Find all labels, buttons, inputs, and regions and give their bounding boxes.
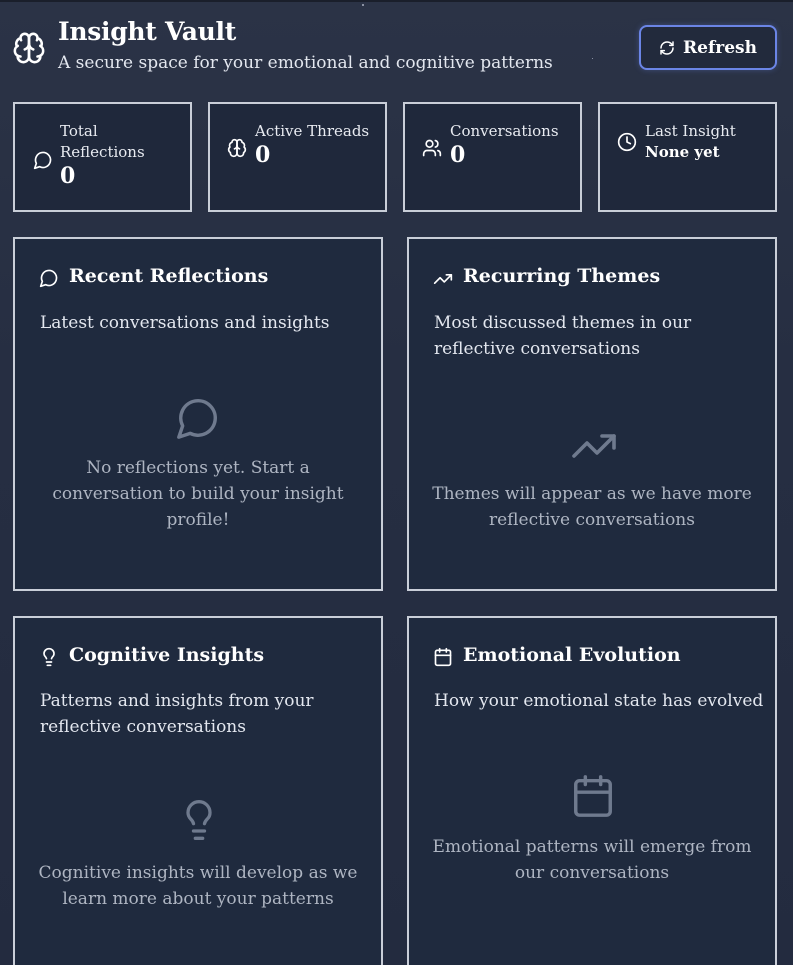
clock-icon bbox=[617, 132, 637, 152]
page-title: Insight Vault bbox=[58, 17, 236, 46]
empty-state-text: Themes will appear as we have more refle… bbox=[432, 484, 752, 530]
brain-icon bbox=[227, 138, 247, 158]
message-circle-icon bbox=[39, 269, 58, 288]
stat-label: Conversations bbox=[450, 122, 559, 140]
message-circle-icon bbox=[33, 151, 52, 170]
panel-recent-reflections: Recent Reflections Latest conversations … bbox=[13, 237, 383, 591]
panel-recurring-themes: Recurring Themes Most discussed themes i… bbox=[407, 237, 777, 591]
empty-state-text: No reflections yet. Start a conversation… bbox=[52, 458, 344, 530]
stat-value: 0 bbox=[255, 142, 271, 168]
stat-value: 0 bbox=[450, 142, 466, 168]
refresh-button-label: Refresh bbox=[683, 37, 757, 58]
stat-label: Total Reflections bbox=[60, 122, 145, 161]
message-circle-icon bbox=[177, 399, 217, 439]
users-icon bbox=[422, 139, 442, 157]
panel-description: Patterns and insights from your reflecti… bbox=[40, 691, 314, 737]
panel-description: Latest conversations and insights bbox=[40, 313, 330, 333]
page-subtitle: A secure space for your emotional and co… bbox=[58, 53, 553, 73]
panel-emotional-evolution: Emotional Evolution How your emotional s… bbox=[407, 616, 777, 965]
calendar-icon bbox=[434, 647, 452, 667]
brain-icon bbox=[13, 32, 45, 64]
empty-state-text: Cognitive insights will develop as we le… bbox=[38, 863, 358, 909]
stat-value: 0 bbox=[60, 163, 76, 189]
stat-card-last-insight: Last Insight None yet bbox=[598, 102, 777, 212]
refresh-button[interactable]: Refresh bbox=[639, 25, 777, 70]
stat-label: Last Insight bbox=[645, 122, 736, 140]
stat-card-total-reflections: Total Reflections 0 bbox=[13, 102, 192, 212]
refresh-icon bbox=[660, 40, 674, 55]
stat-value: None yet bbox=[645, 143, 720, 161]
stat-card-active-threads: Active Threads 0 bbox=[208, 102, 387, 212]
stat-label: Active Threads bbox=[255, 122, 370, 140]
panel-title: Cognitive Insights bbox=[69, 644, 265, 666]
panel-title: Recurring Themes bbox=[463, 265, 661, 287]
panel-description: Most discussed themes in our reflective … bbox=[434, 313, 692, 359]
panel-description: How your emotional state has evolved bbox=[434, 691, 764, 711]
trending-up-icon bbox=[572, 434, 616, 458]
calendar-icon bbox=[574, 775, 612, 817]
stat-card-conversations: Conversations 0 bbox=[403, 102, 582, 212]
page-header: Insight Vault A secure space for your em… bbox=[0, 0, 793, 95]
panel-title: Recent Reflections bbox=[69, 265, 269, 287]
trending-up-icon bbox=[433, 274, 453, 284]
empty-state-text: Emotional patterns will emerge from our … bbox=[432, 837, 752, 883]
lightbulb-icon bbox=[186, 800, 212, 840]
panel-cognitive-insights: Cognitive Insights Patterns and insights… bbox=[13, 616, 383, 965]
panel-title: Emotional Evolution bbox=[463, 644, 681, 666]
lightbulb-icon bbox=[43, 647, 55, 667]
